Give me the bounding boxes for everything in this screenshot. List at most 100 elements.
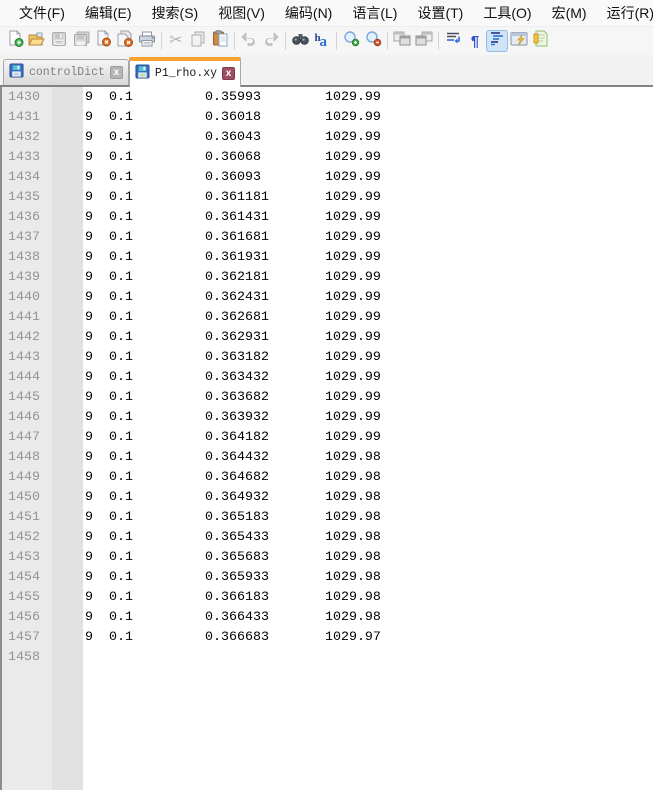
zoom-out-button[interactable] <box>362 30 384 52</box>
editor-line[interactable]: 9 0.1 0.361931 1029.99 <box>85 248 653 268</box>
paste-button[interactable] <box>209 30 231 52</box>
editor-line[interactable]: 9 0.1 0.366433 1029.98 <box>85 608 653 628</box>
menu-item-search[interactable]: 搜索(S) <box>143 0 208 26</box>
editor-line[interactable]: 9 0.1 0.365183 1029.98 <box>85 508 653 528</box>
editor-line[interactable]: 9 0.1 0.362681 1029.99 <box>85 308 653 328</box>
editor-line[interactable]: 9 0.1 0.36093 1029.99 <box>85 168 653 188</box>
save-icon <box>51 31 67 52</box>
line-number: 1447 <box>8 430 40 445</box>
editor-line[interactable]: 9 0.1 0.362181 1029.99 <box>85 268 653 288</box>
tab-close-icon[interactable]: x <box>222 66 236 80</box>
new-file-button[interactable] <box>4 30 26 52</box>
toolbar-separator <box>285 32 286 50</box>
line-number: 1449 <box>8 470 40 485</box>
line-number: 1444 <box>8 370 40 385</box>
toolbar-separator <box>234 32 235 50</box>
line-number-gutter: 1430 1431 1432 1433 1434 1435 1436 1437 1438 1439… <box>2 87 52 790</box>
editor-line[interactable]: 9 0.1 0.362431 1029.99 <box>85 288 653 308</box>
line-number: 1442 <box>8 330 40 345</box>
replace-icon: h a <box>314 32 328 50</box>
show-indent-guide-button[interactable] <box>486 30 508 52</box>
editor-line[interactable]: 9 0.1 0.365683 1029.98 <box>85 548 653 568</box>
close-file-button[interactable] <box>92 30 114 52</box>
toolbar-separator <box>161 32 162 50</box>
editor-line[interactable]: 9 0.1 0.366183 1029.98 <box>85 588 653 608</box>
editor-area[interactable]: 1430 1431 1432 1433 1434 1435 1436 1437 1438 1439… <box>0 87 653 790</box>
editor-line[interactable]: 9 0.1 0.361181 1029.99 <box>85 188 653 208</box>
sync-vertical-scroll-button[interactable] <box>391 30 413 52</box>
editor-line[interactable]: 9 0.1 0.361681 1029.99 <box>85 228 653 248</box>
redo-button[interactable] <box>260 30 282 52</box>
menu-item-file[interactable]: 文件(F) <box>10 0 74 26</box>
editor-line[interactable]: 9 0.1 0.362931 1029.99 <box>85 328 653 348</box>
line-number: 1432 <box>8 130 40 145</box>
editor-line[interactable]: 9 0.1 0.363682 1029.99 <box>85 388 653 408</box>
line-number: 1431 <box>8 110 40 125</box>
line-number: 1433 <box>8 150 40 165</box>
editor-line[interactable]: 9 0.1 0.364682 1029.98 <box>85 468 653 488</box>
editor-line[interactable]: 9 0.1 0.363432 1029.99 <box>85 368 653 388</box>
cut-button[interactable]: ✂ <box>165 30 187 52</box>
tab-close-icon[interactable]: x <box>109 66 123 79</box>
editor-line[interactable]: 9 0.1 0.36068 1029.99 <box>85 148 653 168</box>
menu-item-tools[interactable]: 工具(O) <box>474 0 540 26</box>
print-button[interactable] <box>136 30 158 52</box>
close-all-button[interactable] <box>114 30 136 52</box>
editor-line[interactable]: 9 0.1 0.35993 1029.99 <box>85 88 653 108</box>
editor-line[interactable]: 9 0.1 0.36043 1029.99 <box>85 128 653 148</box>
editor-line[interactable]: 9 0.1 0.361431 1029.99 <box>85 208 653 228</box>
document-map-button[interactable] <box>530 30 552 52</box>
line-number: 1445 <box>8 390 40 405</box>
open-file-button[interactable] <box>26 30 48 52</box>
cut-icon: ✂ <box>169 32 183 49</box>
zoom-in-button[interactable] <box>340 30 362 52</box>
editor-line[interactable]: 9 0.1 0.364182 1029.99 <box>85 428 653 448</box>
editor-line[interactable]: 9 0.1 0.363182 1029.99 <box>85 348 653 368</box>
menu-item-encoding[interactable]: 编码(N) <box>276 0 341 26</box>
save-all-button[interactable] <box>70 30 92 52</box>
menu-item-settings[interactable]: 设置(T) <box>408 0 472 26</box>
redo-icon <box>262 31 280 51</box>
line-number: 1437 <box>8 230 40 245</box>
close-all-icon <box>116 30 134 52</box>
find-icon <box>291 32 309 51</box>
text-area[interactable]: 9 0.1 0.35993 1029.99 9 0.1 0.36018 1029.… <box>83 87 653 790</box>
editor-line[interactable]: 9 0.1 0.364932 1029.98 <box>85 488 653 508</box>
undo-button[interactable] <box>238 30 260 52</box>
menu-item-run[interactable]: 运行(R) <box>598 0 653 26</box>
word-wrap-button[interactable] <box>442 30 464 52</box>
tab-label: P1_rho.xy <box>154 66 218 80</box>
editor-line[interactable]: 9 0.1 0.365933 1029.98 <box>85 568 653 588</box>
editor-line[interactable]: 9 0.1 0.363932 1029.99 <box>85 408 653 428</box>
tab-bar: controlDict x P1_rho.xy x <box>0 55 653 87</box>
menu-item-edit[interactable]: 编辑(E) <box>76 0 141 26</box>
menu-item-view[interactable]: 视图(V) <box>209 0 274 26</box>
save-button[interactable] <box>48 30 70 52</box>
user-defined-dialog-button[interactable] <box>508 30 530 52</box>
replace-button[interactable]: h a <box>311 30 333 52</box>
line-number: 1446 <box>8 410 40 425</box>
document-map-icon <box>533 30 550 52</box>
line-number: 1453 <box>8 550 40 565</box>
menu-item-macro[interactable]: 宏(M) <box>543 0 596 26</box>
tab-controldict[interactable]: controlDict x <box>3 59 129 85</box>
copy-button[interactable] <box>187 30 209 52</box>
toolbar: ✂ h a ¶ <box>0 27 653 55</box>
editor-line[interactable] <box>85 648 653 668</box>
editor-line[interactable]: 9 0.1 0.365433 1029.98 <box>85 528 653 548</box>
editor-line[interactable]: 9 0.1 0.366683 1029.97 <box>85 628 653 648</box>
find-button[interactable] <box>289 30 311 52</box>
editor-line[interactable]: 9 0.1 0.364432 1029.98 <box>85 448 653 468</box>
line-number: 1450 <box>8 490 40 505</box>
editor-line[interactable]: 9 0.1 0.36018 1029.99 <box>85 108 653 128</box>
sync-horizontal-scroll-icon <box>415 31 433 51</box>
tab-p1-rho-xy[interactable]: P1_rho.xy x <box>128 57 242 87</box>
open-file-icon <box>28 31 46 52</box>
saved-file-icon <box>135 63 150 83</box>
toolbar-separator <box>336 32 337 50</box>
fold-margin[interactable] <box>52 87 83 790</box>
line-number: 1430 <box>8 90 40 105</box>
sync-horizontal-scroll-button[interactable] <box>413 30 435 52</box>
menu-item-language[interactable]: 语言(L) <box>343 0 406 26</box>
show-all-characters-button[interactable]: ¶ <box>464 30 486 52</box>
